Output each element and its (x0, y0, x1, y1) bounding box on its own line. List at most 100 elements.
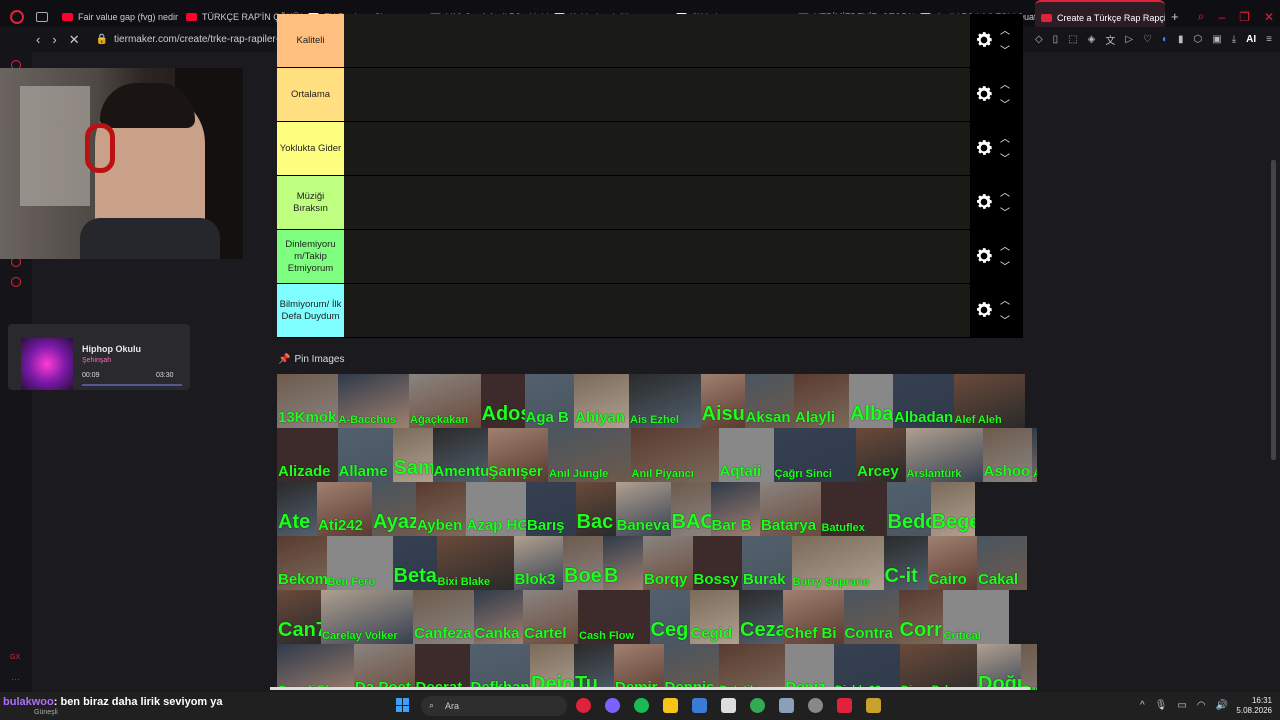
rapper-image-tile[interactable]: Bege (930, 482, 975, 536)
minimize-icon[interactable]: – (1218, 10, 1225, 24)
download-icon[interactable]: ⤓ (1232, 34, 1236, 45)
rapper-image-tile[interactable]: Anıl Jungle (548, 428, 631, 482)
gear-icon[interactable] (974, 30, 994, 50)
tradingview-taskbar-icon[interactable] (721, 698, 736, 713)
heart-icon[interactable]: ♡ (1143, 34, 1152, 45)
rapper-image-tile[interactable]: Burry Soprano (791, 536, 884, 590)
move-up-icon[interactable]: ︿ (1000, 184, 1010, 199)
rapper-image-tile[interactable]: Bedo (886, 482, 931, 536)
opera-taskbar-icon[interactable] (576, 698, 591, 713)
move-up-icon[interactable]: ︿ (1000, 76, 1010, 91)
rapper-image-tile[interactable]: Baneva (615, 482, 671, 536)
translate-icon[interactable]: 文 (1105, 32, 1115, 47)
rapper-image-tile[interactable]: Diablo63 (834, 644, 900, 690)
rapper-image-tile[interactable]: Şanışer (487, 428, 548, 482)
rapper-image-tile[interactable]: Demir (614, 644, 664, 690)
move-down-icon[interactable]: ﹀ (1000, 312, 1010, 327)
tag-icon[interactable]: ◇ (1035, 34, 1043, 45)
rapper-image-tile[interactable]: Contra (843, 590, 899, 644)
rapper-image-tile[interactable]: Ben Fero (326, 536, 393, 590)
rapper-image-tile[interactable]: Burak (742, 536, 792, 590)
move-down-icon[interactable]: ﹀ (1000, 204, 1010, 219)
wifi-icon[interactable]: ◠ (1197, 700, 1206, 711)
new-tab-button[interactable]: + (1171, 9, 1179, 24)
rapper-image-tile[interactable]: Batarya (760, 482, 821, 536)
rapper-image-tile[interactable]: Cumali Efe (277, 644, 354, 690)
pin-images-header[interactable]: 📌 Pin Images (278, 354, 344, 365)
rapper-image-tile[interactable]: Da Poet (354, 644, 415, 690)
rapper-image-tile[interactable]: Dejo (530, 644, 574, 690)
tier-label[interactable]: Dinlemiyoru m/Takip Etmiyorum (277, 230, 344, 283)
rapper-image-tile[interactable]: Albadan (893, 374, 954, 428)
rapper-image-tile[interactable]: Ayaz (372, 482, 416, 536)
app-taskbar-icon[interactable] (779, 698, 794, 713)
rapper-image-tile[interactable]: Canka (473, 590, 523, 644)
display-icon[interactable]: ▭ (1177, 700, 1186, 711)
tab-overview-icon[interactable] (36, 11, 48, 22)
sidebar-gx-icon[interactable]: GX (10, 654, 20, 661)
tray-chevron-icon[interactable]: ^ (1140, 700, 1145, 711)
rapper-image-tile[interactable]: Cairo (927, 536, 977, 590)
wallet-icon[interactable]: ▣ (1212, 34, 1221, 45)
rapper-image-tile[interactable]: Carelay Volker (321, 590, 413, 644)
maximize-icon[interactable]: ❐ (1239, 10, 1250, 24)
rapper-image-tile[interactable]: Arslantürk (905, 428, 983, 482)
shield-icon[interactable]: ◈ (1088, 34, 1096, 45)
rapper-image-tile[interactable]: Azap HG (465, 482, 526, 536)
rapper-image-tile[interactable]: Alef Aleh (953, 374, 1025, 428)
app-gold-taskbar-icon[interactable] (866, 698, 881, 713)
rapper-image-tile[interactable]: Bac (575, 482, 616, 536)
rapper-image-tile[interactable]: Cegid (689, 590, 739, 644)
rapper-image-tile[interactable]: Aisu (700, 374, 745, 428)
move-down-icon[interactable]: ﹀ (1000, 150, 1010, 165)
rapper-image-tile[interactable]: Canfeza (413, 590, 474, 644)
rapper-image-tile[interactable]: C-it (883, 536, 928, 590)
rapper-image-tile[interactable]: Bixi Blake (436, 536, 514, 590)
back-icon[interactable]: ‹ (36, 32, 40, 48)
horizontal-scrollbar[interactable] (270, 687, 1030, 690)
sidebar-settings-icon[interactable] (11, 277, 21, 287)
spotify-taskbar-icon[interactable] (634, 698, 649, 713)
tier-label[interactable]: Yoklukta Gider (277, 122, 344, 175)
rapper-image-tile[interactable]: Ais Ezhel (629, 374, 701, 428)
play-icon[interactable]: ▷ (1125, 34, 1133, 45)
rapper-image-tile[interactable]: Aqtaii (718, 428, 774, 482)
rapper-image-tile[interactable]: Arcey (856, 428, 906, 482)
rapper-image-tile[interactable]: Anıl Piyancı (630, 428, 719, 482)
rapper-image-tile[interactable]: Alizade (277, 428, 338, 482)
app-red-taskbar-icon[interactable] (837, 698, 852, 713)
sidebar-toggle-icon[interactable]: ▮ (1178, 34, 1184, 45)
rapper-image-tile[interactable]: Ahiyan (574, 374, 629, 428)
rapper-image-tile[interactable]: BAO (670, 482, 711, 536)
tier-drop-zone[interactable] (344, 14, 970, 67)
rapper-image-tile[interactable]: 13Kmoki (277, 374, 338, 428)
vertical-scrollbar[interactable] (1271, 160, 1276, 460)
rapper-image-tile[interactable]: Can7 (277, 590, 321, 644)
move-up-icon[interactable]: ︿ (1000, 130, 1010, 145)
stop-loading-icon[interactable]: ✕ (69, 32, 80, 48)
rapper-image-tile[interactable]: Defkhan (469, 644, 530, 690)
rapper-image-tile[interactable]: Beta (392, 536, 437, 590)
move-down-icon[interactable]: ﹀ (1000, 96, 1010, 111)
tier-drop-zone[interactable] (344, 122, 970, 175)
tier-drop-zone[interactable] (344, 230, 970, 283)
bookmark-icon[interactable]: ▯ (1053, 34, 1059, 45)
rapper-image-tile[interactable]: Decrat (414, 644, 470, 690)
tier-drop-zone[interactable] (344, 68, 970, 121)
extensions-icon[interactable]: ⬡ (1194, 34, 1203, 45)
rapper-image-tile[interactable]: Tu (574, 644, 614, 690)
rapper-image-tile[interactable]: Ate (277, 482, 317, 536)
tier-drop-zone[interactable] (344, 176, 970, 229)
chrome-taskbar-icon[interactable] (750, 698, 765, 713)
move-up-icon[interactable]: ︿ (1000, 22, 1010, 37)
gear-icon[interactable] (974, 192, 994, 212)
rapper-image-tile[interactable]: Allame (337, 428, 393, 482)
move-down-icon[interactable]: ﹀ (1000, 258, 1010, 273)
rapper-image-tile[interactable]: Bossy (692, 536, 742, 590)
close-icon[interactable]: ✕ (1264, 10, 1274, 24)
rapper-image-tile[interactable]: A-Bacchus (337, 374, 409, 428)
taskbar-clock[interactable]: 16:31 5.08.2026 (1226, 696, 1272, 716)
rapper-image-tile[interactable]: Detstile (718, 644, 785, 690)
tier-label[interactable]: Bilmiyorum/ İlk Defa Duydum (277, 284, 344, 337)
move-up-icon[interactable]: ︿ (1000, 238, 1010, 253)
